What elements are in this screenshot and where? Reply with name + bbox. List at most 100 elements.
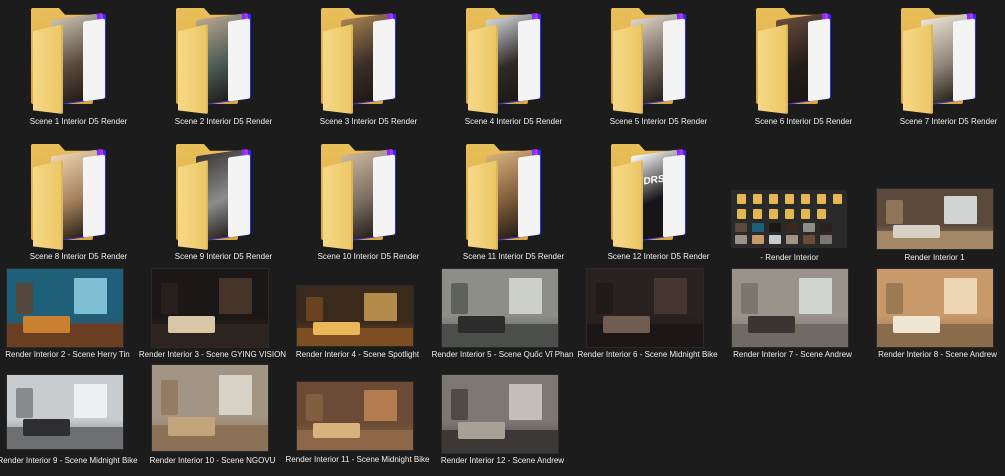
folder-icon (176, 8, 266, 114)
mini-folder-icon (833, 194, 842, 204)
mini-folder-icon (785, 209, 794, 219)
mini-image-thumb (752, 223, 764, 232)
image-file-item[interactable]: Render Interior 1 (876, 188, 1005, 265)
image-thumbnail (151, 268, 269, 348)
folder-item[interactable]: Scene 9 Interior D5 Render (151, 136, 296, 266)
image-file-item[interactable]: - Render Interior (731, 190, 876, 265)
image-thumbnail (296, 285, 414, 347)
mini-image-thumb (786, 223, 798, 232)
folder-icon (31, 8, 121, 114)
mini-image-thumb (769, 223, 781, 232)
mini-folder-icon (737, 194, 746, 204)
mini-folder-icon (817, 194, 826, 204)
file-explorer-view: Scene 1 Interior D5 Render Scene 2 Inter… (0, 0, 1005, 476)
file-label: Render Interior 12 - Scene Andrew (440, 456, 565, 465)
image-file-item[interactable]: Render Interior 10 - Scene NGOVU (150, 364, 296, 466)
file-label: Render Interior 9 - Scene Midnight Bike (0, 456, 138, 465)
mini-folder-icon (801, 194, 810, 204)
folder-icon (466, 8, 556, 114)
mini-folder-icon (785, 194, 794, 204)
folder-item[interactable]: Scene 1 Interior D5 Render (6, 0, 151, 130)
mini-folder-icon (753, 194, 762, 204)
mini-folder-icon (769, 194, 778, 204)
folder-icon (321, 8, 411, 114)
file-label: Render Interior 10 - Scene NGOVU (149, 456, 276, 465)
mini-image-thumb (769, 235, 781, 244)
file-label: Render Interior 6 - Scene Midnight Bike (577, 350, 718, 359)
image-thumbnail (731, 190, 847, 248)
mini-folder-icon (801, 209, 810, 219)
file-label: Render Interior 1 (904, 253, 965, 262)
image-file-item[interactable]: Render Interior 8 - Scene Andrew (876, 268, 1005, 360)
mini-folder-icon (737, 209, 746, 219)
mini-folder-icon (753, 209, 762, 219)
mini-image-thumb (803, 223, 815, 232)
image-thumbnail (296, 381, 414, 451)
image-file-item[interactable]: Render Interior 4 - Scene Spotlight (296, 285, 441, 360)
image-thumbnail (441, 268, 559, 348)
file-label: Render Interior 11 - Scene Midnight Bike (285, 455, 430, 464)
image-thumbnail (586, 268, 704, 348)
mini-image-thumb (803, 235, 815, 244)
image-thumbnail (6, 374, 124, 450)
folder-icon (321, 144, 411, 250)
image-thumbnail (731, 268, 849, 348)
folder-item[interactable]: Scene 4 Interior D5 Render (441, 0, 586, 130)
folder-label: Scene 1 Interior D5 Render (29, 117, 128, 126)
image-thumbnail (876, 268, 994, 348)
image-file-item[interactable]: Render Interior 7 - Scene Andrew (731, 268, 876, 360)
folder-item[interactable]: Scene 10 Interior D5 Render (296, 136, 441, 266)
mini-folder-icon (769, 209, 778, 219)
folder-label: Scene 6 Interior D5 Render (754, 117, 853, 126)
folder-item[interactable]: Scene 3 Interior D5 Render (296, 0, 441, 130)
folder-label: Scene 2 Interior D5 Render (174, 117, 273, 126)
image-file-item[interactable]: Render Interior 12 - Scene Andrew (441, 374, 586, 466)
image-file-item[interactable]: Render Interior 9 - Scene Midnight Bike (0, 374, 151, 466)
folder-item[interactable]: Scene 11 Interior D5 Render (441, 136, 586, 266)
folder-label: Scene 4 Interior D5 Render (464, 117, 563, 126)
mini-image-thumb (752, 235, 764, 244)
folder-icon (176, 144, 266, 250)
folder-icon (756, 8, 846, 114)
image-file-item[interactable]: Render Interior 2 - Scene Herry Tin (5, 268, 151, 360)
image-thumbnail (151, 364, 269, 452)
file-label: Render Interior 2 - Scene Herry Tin (5, 350, 130, 359)
image-thumbnail (6, 268, 124, 348)
folder-item[interactable]: Scene 5 Interior D5 Render (586, 0, 731, 130)
folder-label: Scene 5 Interior D5 Render (609, 117, 708, 126)
folder-item[interactable]: Scene 6 Interior D5 Render (731, 0, 876, 130)
mini-image-thumb (820, 223, 832, 232)
folder-icon (31, 144, 121, 250)
image-file-item[interactable]: Render Interior 6 - Scene Midnight Bike (577, 268, 731, 360)
file-label: - Render Interior (760, 253, 819, 262)
image-file-item[interactable]: Render Interior 5 - Scene Quốc Vĩ Phan (432, 268, 586, 360)
file-label: Render Interior 5 - Scene Quốc Vĩ Phan (431, 350, 574, 359)
folder-item[interactable]: Scene 7 Interior D5 Render (876, 0, 1005, 130)
image-file-item[interactable]: Render Interior 11 - Scene Midnight Bike (286, 381, 441, 473)
mini-image-thumb (786, 235, 798, 244)
folder-label: Scene 11 Interior D5 Render (462, 252, 565, 261)
folder-item[interactable]: DRS Scene 12 Interior D5 Render (586, 136, 731, 266)
image-thumbnail (876, 188, 994, 250)
folder-item[interactable]: Scene 2 Interior D5 Render (151, 0, 296, 130)
folder-icon (901, 8, 991, 114)
image-file-item[interactable]: Render Interior 3 - Scene GYING VISION (139, 268, 296, 360)
mini-image-thumb (735, 223, 747, 232)
folder-icon (611, 8, 701, 114)
folder-item[interactable]: Scene 8 Interior D5 Render (6, 136, 151, 266)
mini-image-thumb (735, 235, 747, 244)
folder-label: Scene 9 Interior D5 Render (174, 252, 273, 261)
file-label: Render Interior 4 - Scene Spotlight (295, 350, 420, 359)
folder-label: Scene 3 Interior D5 Render (319, 117, 418, 126)
folder-icon (466, 144, 556, 250)
folder-label: Scene 8 Interior D5 Render (29, 252, 128, 261)
file-label: Render Interior 3 - Scene GYING VISION (138, 350, 287, 359)
folder-label: Scene 7 Interior D5 Render (899, 117, 998, 126)
image-thumbnail (441, 374, 559, 454)
file-label: Render Interior 7 - Scene Andrew (733, 350, 852, 359)
file-label: Render Interior 8 - Scene Andrew (878, 350, 997, 359)
folder-icon: DRS (611, 144, 701, 250)
folder-label: Scene 10 Interior D5 Render (317, 252, 420, 261)
mini-image-thumb (820, 235, 832, 244)
mini-folder-icon (817, 209, 826, 219)
